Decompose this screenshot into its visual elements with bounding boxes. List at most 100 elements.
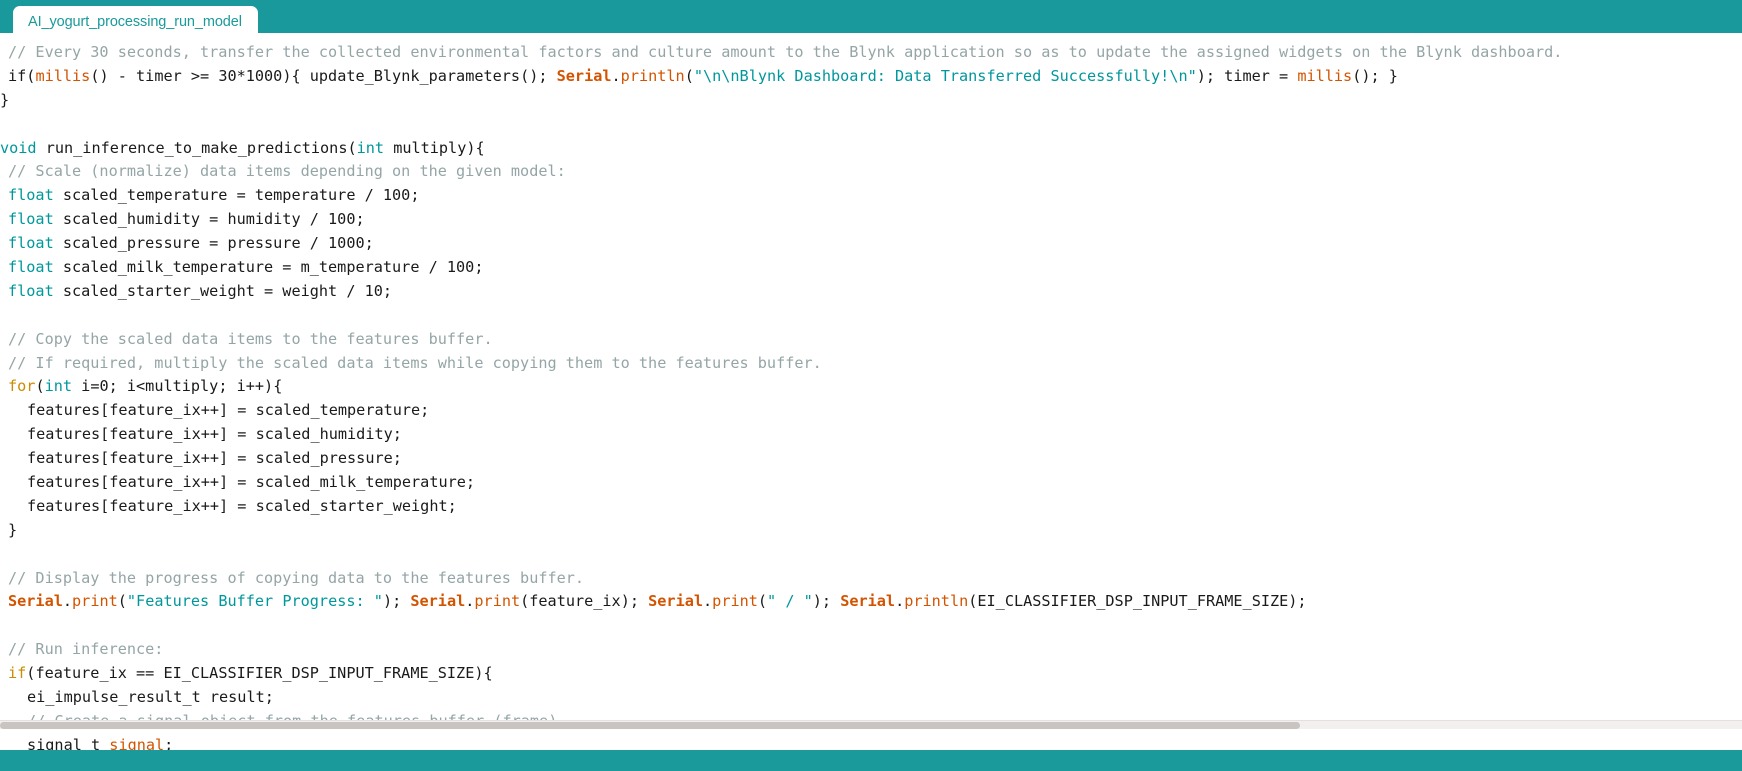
- code-comment: // Copy the scaled data items to the fea…: [8, 330, 493, 348]
- code-token-plain: i=0; i<multiply; i++){: [72, 377, 282, 395]
- code-token-float: float: [8, 234, 54, 252]
- code-line: float scaled_temperature = temperature /…: [0, 184, 1742, 208]
- horizontal-scrollbar-thumb[interactable]: [0, 722, 1300, 729]
- code-token-brace: }: [8, 521, 17, 539]
- editor-tab-strip: AI_yogurt_processing_run_model: [0, 0, 1742, 36]
- code-line: }: [0, 89, 1742, 113]
- code-token-semicolon: ;: [164, 736, 173, 750]
- code-token-plain: );: [813, 592, 840, 610]
- code-line: // If required, multiply the scaled data…: [0, 352, 1742, 376]
- code-line-blank: [0, 543, 1742, 567]
- code-content[interactable]: // Every 30 seconds, transfer the collec…: [0, 33, 1742, 750]
- code-token-millis: millis: [35, 67, 90, 85]
- code-line: features[feature_ix++] = scaled_starter_…: [0, 495, 1742, 519]
- code-line: float scaled_milk_temperature = m_temper…: [0, 256, 1742, 280]
- code-token-plain: scaled_pressure = pressure / 1000;: [54, 234, 374, 252]
- code-token-string: "Features Buffer Progress: ": [127, 592, 383, 610]
- code-line: // Every 30 seconds, transfer the collec…: [0, 41, 1742, 65]
- code-token-plain: features[feature_ix++] = scaled_pressure…: [27, 449, 402, 467]
- code-token-serial: Serial: [648, 592, 703, 610]
- code-token-string: " / ": [767, 592, 813, 610]
- code-token-plain: features[feature_ix++] = scaled_milk_tem…: [27, 473, 475, 491]
- code-token-plain: scaled_milk_temperature = m_temperature …: [54, 258, 484, 276]
- code-line: if(feature_ix == EI_CLASSIFIER_DSP_INPUT…: [0, 662, 1742, 686]
- code-line-blank: [0, 614, 1742, 638]
- code-token-signal: signal: [109, 736, 164, 750]
- code-token-for: for: [8, 377, 35, 395]
- code-token-dot: .: [895, 592, 904, 610]
- code-token-plain: ); timer =: [1197, 67, 1298, 85]
- code-token-plain: (EI_CLASSIFIER_DSP_INPUT_FRAME_SIZE);: [968, 592, 1306, 610]
- code-token-plain: features[feature_ix++] = scaled_starter_…: [27, 497, 457, 515]
- code-token-plain: (feature_ix);: [520, 592, 648, 610]
- ide-window: AI_yogurt_processing_run_model // Every …: [0, 0, 1742, 771]
- code-token-millis: millis: [1297, 67, 1352, 85]
- code-line: ei_impulse_result_t result;: [0, 686, 1742, 710]
- code-line: signal_t signal;: [0, 734, 1742, 750]
- code-token-funcname: run_inference_to_make_predictions(: [37, 139, 357, 157]
- code-line: }: [0, 519, 1742, 543]
- code-token-string: "\n\nBlynk Dashboard: Data Transferred S…: [694, 67, 1197, 85]
- code-token-int: int: [357, 139, 384, 157]
- code-token-paren: (: [118, 592, 127, 610]
- code-token-plain: (); }: [1352, 67, 1398, 85]
- code-token-plain: );: [383, 592, 410, 610]
- code-token-plain: multiply){: [384, 139, 485, 157]
- code-line-blank: [0, 304, 1742, 328]
- horizontal-scrollbar-track[interactable]: [0, 720, 1742, 729]
- code-line: features[feature_ix++] = scaled_pressure…: [0, 447, 1742, 471]
- code-comment: // Every 30 seconds, transfer the collec…: [8, 43, 1562, 61]
- code-token-plain: ei_impulse_result_t result;: [27, 688, 274, 706]
- code-token-paren: (: [35, 377, 44, 395]
- code-line: void run_inference_to_make_predictions(i…: [0, 137, 1742, 161]
- code-line: float scaled_humidity = humidity / 100;: [0, 208, 1742, 232]
- status-bar: [0, 750, 1742, 771]
- code-line: features[feature_ix++] = scaled_milk_tem…: [0, 471, 1742, 495]
- code-line: float scaled_starter_weight = weight / 1…: [0, 280, 1742, 304]
- code-token-print: print: [474, 592, 520, 610]
- code-line: // Scale (normalize) data items dependin…: [0, 160, 1742, 184]
- code-line: for(int i=0; i<multiply; i++){: [0, 375, 1742, 399]
- code-token-dot: .: [703, 592, 712, 610]
- code-token-plain: scaled_starter_weight = weight / 10;: [54, 282, 392, 300]
- code-scroll-area[interactable]: // Every 30 seconds, transfer the collec…: [0, 33, 1742, 750]
- code-token-dot: .: [612, 67, 621, 85]
- code-line: // Copy the scaled data items to the fea…: [0, 328, 1742, 352]
- code-token-serial: Serial: [840, 592, 895, 610]
- code-line: // Display the progress of copying data …: [0, 567, 1742, 591]
- code-line: if(millis() - timer >= 30*1000){ update_…: [0, 65, 1742, 89]
- code-token-plain: () - timer >= 30*1000){ update_Blynk_par…: [90, 67, 556, 85]
- code-line: features[feature_ix++] = scaled_humidity…: [0, 423, 1742, 447]
- code-token-float: float: [8, 210, 54, 228]
- code-line: // Run inference:: [0, 638, 1742, 662]
- code-token-serial: Serial: [8, 592, 63, 610]
- code-token-plain: features[feature_ix++] = scaled_humidity…: [27, 425, 402, 443]
- code-token-float: float: [8, 282, 54, 300]
- code-token-print: print: [712, 592, 758, 610]
- code-token-println: println: [621, 67, 685, 85]
- code-editor-panel: // Every 30 seconds, transfer the collec…: [0, 33, 1742, 750]
- code-token-plain: scaled_humidity = humidity / 100;: [54, 210, 365, 228]
- code-token-serial: Serial: [410, 592, 465, 610]
- code-token-if: if: [8, 664, 26, 682]
- code-token-println: println: [904, 592, 968, 610]
- code-token-dot: .: [63, 592, 72, 610]
- code-token-paren: (: [685, 67, 694, 85]
- code-comment: // Display the progress of copying data …: [8, 569, 584, 587]
- code-token-int: int: [45, 377, 72, 395]
- code-token-void: void: [0, 139, 37, 157]
- code-line: float scaled_pressure = pressure / 1000;: [0, 232, 1742, 256]
- code-comment: // If required, multiply the scaled data…: [8, 354, 822, 372]
- code-token-brace: }: [0, 91, 9, 109]
- code-comment: // Scale (normalize) data items dependin…: [8, 162, 566, 180]
- code-line: features[feature_ix++] = scaled_temperat…: [0, 399, 1742, 423]
- code-comment: // Run inference:: [8, 640, 163, 658]
- code-token-serial: Serial: [557, 67, 612, 85]
- code-token-plain: features[feature_ix++] = scaled_temperat…: [27, 401, 429, 419]
- code-line-blank: [0, 113, 1742, 137]
- code-token-print: print: [72, 592, 118, 610]
- code-line: Serial.print("Features Buffer Progress: …: [0, 590, 1742, 614]
- code-token-plain: (feature_ix == EI_CLASSIFIER_DSP_INPUT_F…: [26, 664, 492, 682]
- code-token-paren: (: [758, 592, 767, 610]
- code-token-if: if(: [8, 67, 35, 85]
